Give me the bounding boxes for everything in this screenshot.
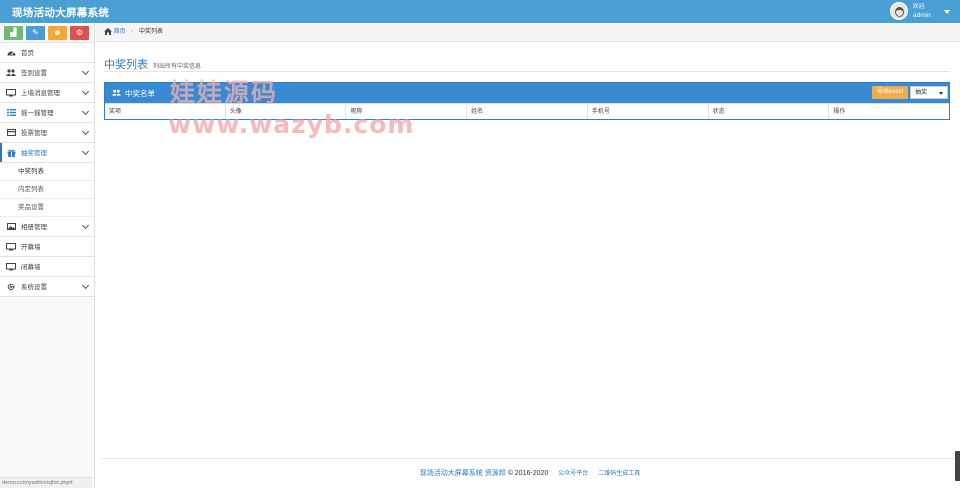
- chevron-down-icon: [81, 221, 90, 230]
- sidebar-item-closing-wall[interactable]: 闭幕墙: [0, 257, 94, 277]
- export-excel-button[interactable]: 导出excel: [872, 86, 908, 99]
- watermark-text: 娃娃源码: [170, 79, 279, 107]
- sidebar-item-label: 投票管理: [21, 130, 47, 137]
- sidebar-item-lottery[interactable]: 抽奖管理: [0, 143, 94, 163]
- export-button-label: 导出excel: [876, 89, 903, 95]
- breadcrumb: 首页 › 中奖列表: [96, 23, 960, 42]
- sidebar-item-album[interactable]: 相册管理: [0, 217, 94, 237]
- app-title[interactable]: 现场活动大屏幕系统: [12, 5, 109, 20]
- avatar[interactable]: [890, 2, 908, 20]
- cogs-shortcut-button[interactable]: ⚙: [70, 26, 89, 40]
- sidebar-item-label: 开幕墙: [21, 244, 41, 251]
- sidebar-item-voting[interactable]: 投票管理: [0, 123, 94, 143]
- sidebar-item-system-settings[interactable]: 系统设置: [0, 277, 94, 297]
- footer-brand: 现场活动大屏幕系统: [419, 470, 483, 477]
- page-subtitle: 列出所有中奖信息: [152, 64, 201, 70]
- sidebar-item-label: 上墙消息管理: [21, 90, 60, 97]
- chevron-down-icon: [81, 127, 90, 136]
- users-icon: ☻: [53, 28, 62, 37]
- sidebar-subitem-prize-settings[interactable]: 奖品设置: [0, 199, 94, 217]
- sidebar-item-label: 首页: [21, 50, 34, 57]
- chevron-down-icon: [81, 87, 90, 96]
- picture-icon: [6, 217, 16, 236]
- sidebar-item-label: 摇一摇管理: [21, 110, 54, 117]
- dashboard-icon: [6, 43, 16, 62]
- side-panel-handle[interactable]: [955, 451, 960, 481]
- chevron-down-icon: [81, 67, 90, 76]
- column-header-phone: 手机号: [588, 104, 709, 119]
- sidebar-item-checkin[interactable]: 签到设置: [0, 63, 94, 83]
- sidebar-item-opening-wall[interactable]: 开幕墙: [0, 237, 94, 257]
- page-header: 中奖列表 列出所有中奖信息: [104, 56, 950, 72]
- desktop-icon: [6, 83, 16, 102]
- sidebar-item-home[interactable]: 首页: [0, 43, 94, 63]
- credit-card-icon: [6, 123, 16, 142]
- breadcrumb-home-link[interactable]: 首页: [114, 29, 126, 35]
- lottery-select[interactable]: 抽奖: [910, 86, 948, 99]
- watermark-url: www.wazyb.com: [168, 110, 415, 139]
- pencil-shortcut-button[interactable]: ✎: [26, 26, 45, 40]
- sidebar-item-label: 系统设置: [21, 284, 47, 291]
- desktop-icon: [6, 237, 16, 256]
- footer-site-link[interactable]: 资源邦: [485, 470, 506, 477]
- sidebar: ▟✎☻⚙ 首页 签到设置 上墙消息管理 摇一摇管理 投票管理 抽奖管理 中: [0, 23, 95, 488]
- page-title: 中奖列表: [104, 59, 148, 71]
- chevron-down-icon: [81, 107, 90, 116]
- panel-title: 中奖名单: [125, 89, 155, 98]
- users-icon: [6, 63, 16, 82]
- breadcrumb-current: 中奖列表: [139, 29, 164, 35]
- sidebar-subitem-preset-list[interactable]: 内定列表: [0, 181, 94, 199]
- breadcrumb-separator: ›: [131, 29, 134, 35]
- sidebar-item-shake[interactable]: 摇一摇管理: [0, 103, 94, 123]
- top-navbar: 现场活动大屏幕系统 欢迎, admin: [0, 0, 960, 23]
- chevron-down-icon: [81, 281, 90, 290]
- sidebar-item-wall-messages[interactable]: 上墙消息管理: [0, 83, 94, 103]
- user-name: admin: [913, 12, 931, 19]
- shortcut-buttons: ▟ ✎ ☻ ⚙: [0, 23, 94, 43]
- footer: 现场活动大屏幕系统 资源邦 © 2016-2020 公众号平台 二维码生成工具: [102, 458, 958, 488]
- list-icon: [6, 103, 16, 122]
- welcome-text: 欢迎,: [913, 4, 926, 10]
- lottery-select-value: 抽奖: [915, 90, 928, 96]
- column-header-actions: 操作: [833, 109, 846, 115]
- footer-copyright: © 2016-2020: [507, 470, 549, 477]
- gear-icon: [6, 277, 16, 296]
- chevron-down-icon: [81, 147, 90, 156]
- sidebar-item-label: 签到设置: [21, 70, 47, 77]
- caret-down-icon[interactable]: [944, 10, 950, 14]
- users-icon: [112, 88, 121, 97]
- chart-icon: ▟: [10, 28, 17, 37]
- chart-shortcut-button[interactable]: ▟: [4, 26, 23, 40]
- footer-link-wechat[interactable]: 公众号平台: [558, 471, 588, 477]
- sidebar-item-label: 抽奖管理: [21, 150, 47, 157]
- desktop-icon: [6, 257, 16, 276]
- column-header-name: 姓名: [467, 104, 588, 119]
- cogs-icon: ⚙: [75, 28, 84, 37]
- sidebar-subitem-winner-list[interactable]: 中奖列表: [0, 163, 94, 181]
- users-shortcut-button[interactable]: ☻: [48, 26, 67, 40]
- home-icon: [104, 27, 114, 35]
- caret-down-icon: [939, 92, 943, 95]
- sidebar-item-label: 相册管理: [21, 224, 47, 231]
- user-menu[interactable]: 欢迎, admin: [888, 1, 952, 22]
- gift-icon: [6, 143, 16, 162]
- sidebar-item-label: 闭幕墙: [21, 264, 41, 271]
- pencil-icon: ✎: [32, 28, 39, 37]
- column-header-status: 状态: [709, 104, 830, 119]
- status-bar-url: demo.cc/myadmin/zjlist.php#: [0, 477, 92, 488]
- footer-link-qrcode[interactable]: 二维码生成工具: [598, 471, 640, 477]
